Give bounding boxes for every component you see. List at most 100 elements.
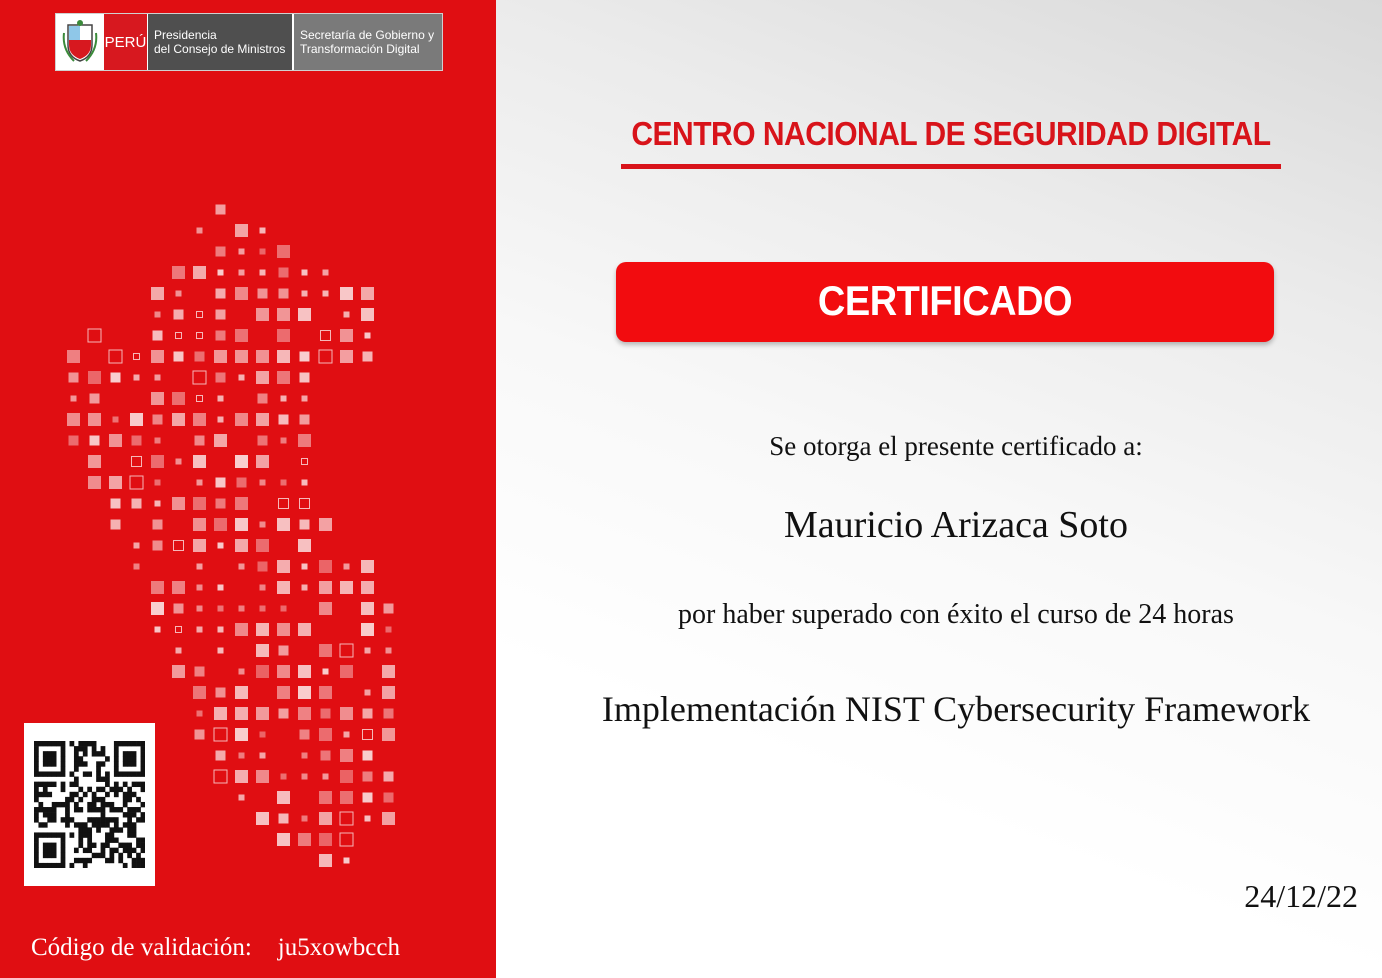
qr-module xyxy=(47,761,53,767)
grant-text: Se otorga el presente certificado a: xyxy=(769,431,1143,461)
map-pixel xyxy=(362,729,373,740)
sgtd-line-2: Transformación Digital xyxy=(300,42,420,56)
qr-module xyxy=(100,842,106,848)
map-pixel xyxy=(362,750,373,761)
map-pixel xyxy=(298,308,311,321)
qr-module xyxy=(122,761,128,767)
map-pixel xyxy=(340,770,353,783)
qr-module xyxy=(60,832,66,838)
qr-module xyxy=(47,862,53,868)
qr-module xyxy=(140,842,145,848)
map-pixel xyxy=(196,605,203,612)
sgtd-label: Secretaría de Gobierno y Transformación … xyxy=(294,14,442,70)
qr-module xyxy=(87,807,93,813)
qr-module xyxy=(140,766,145,772)
map-pixel xyxy=(215,687,226,698)
qr-module xyxy=(73,781,79,788)
qr-module xyxy=(122,791,128,798)
qr-module xyxy=(113,791,119,798)
map-pixel xyxy=(278,414,289,425)
qr-module xyxy=(91,746,97,752)
qr-module xyxy=(113,817,119,823)
qr-module xyxy=(122,862,128,868)
map-pixel xyxy=(214,707,227,720)
qr-module xyxy=(82,862,88,868)
qr-module xyxy=(87,847,93,854)
qr-module xyxy=(42,786,48,793)
qr-module xyxy=(96,827,101,833)
map-pixel xyxy=(151,350,164,363)
qr-module xyxy=(82,741,88,747)
map-pixel xyxy=(172,665,185,678)
qr-module xyxy=(96,766,101,772)
map-pixel xyxy=(259,605,266,612)
qr-module xyxy=(73,751,79,757)
map-pixel xyxy=(110,372,121,383)
qr-module xyxy=(60,857,66,864)
map-pixel xyxy=(340,665,353,678)
map-pixel xyxy=(193,518,206,531)
qr-module xyxy=(34,837,39,843)
map-pixel xyxy=(383,771,394,782)
qr-module xyxy=(87,801,93,808)
map-pixel xyxy=(364,815,371,822)
qr-module xyxy=(91,741,97,747)
qr-module xyxy=(82,832,88,838)
map-pixel xyxy=(213,769,228,784)
pcm-line-2: del Consejo de Ministros xyxy=(154,42,286,56)
qr-module xyxy=(140,786,145,793)
qr-module xyxy=(96,852,101,859)
map-pixel xyxy=(320,330,331,341)
qr-module xyxy=(140,781,145,788)
map-pixel xyxy=(343,857,350,864)
qr-module xyxy=(87,741,93,747)
map-pixel xyxy=(339,811,354,826)
qr-module xyxy=(113,746,119,752)
map-pixel xyxy=(259,248,266,255)
map-pixel xyxy=(301,269,308,276)
map-pixel xyxy=(173,351,184,362)
map-pixel xyxy=(259,479,266,486)
qr-module xyxy=(47,781,53,788)
qr-module xyxy=(73,791,79,798)
qr-module xyxy=(122,781,128,788)
qr-module xyxy=(136,842,141,848)
qr-module xyxy=(131,756,137,762)
map-pixel xyxy=(298,434,311,447)
map-pixel xyxy=(172,392,185,405)
qr-module xyxy=(73,746,79,752)
map-pixel xyxy=(319,602,332,615)
map-pixel xyxy=(319,728,332,741)
qr-module xyxy=(78,786,84,793)
qr-module xyxy=(127,827,132,833)
map-pixel xyxy=(196,311,203,318)
map-pixel xyxy=(361,623,374,636)
qr-module xyxy=(100,761,106,767)
map-pixel xyxy=(277,308,290,321)
qr-module xyxy=(140,857,145,864)
map-pixel xyxy=(361,581,374,594)
qr-module xyxy=(127,756,132,762)
qr-module xyxy=(91,791,97,798)
map-pixel xyxy=(259,731,266,738)
map-pixel xyxy=(278,708,289,719)
qr-module xyxy=(69,781,75,788)
qr-module xyxy=(140,741,145,747)
qr-module xyxy=(105,791,110,798)
qr-module xyxy=(96,817,101,823)
map-pixel xyxy=(280,773,287,780)
qr-code[interactable] xyxy=(24,723,155,886)
map-pixel xyxy=(256,455,269,468)
qr-module xyxy=(100,801,106,808)
qr-module xyxy=(60,852,66,859)
qr-module xyxy=(100,776,106,782)
qr-module xyxy=(51,761,57,767)
map-pixel xyxy=(278,498,289,509)
map-pixel xyxy=(196,626,203,633)
qr-module xyxy=(82,791,88,798)
map-pixel xyxy=(256,707,269,720)
map-pixel xyxy=(112,416,119,423)
qr-module xyxy=(136,796,141,803)
map-pixel xyxy=(277,686,290,699)
qr-module xyxy=(113,761,119,767)
